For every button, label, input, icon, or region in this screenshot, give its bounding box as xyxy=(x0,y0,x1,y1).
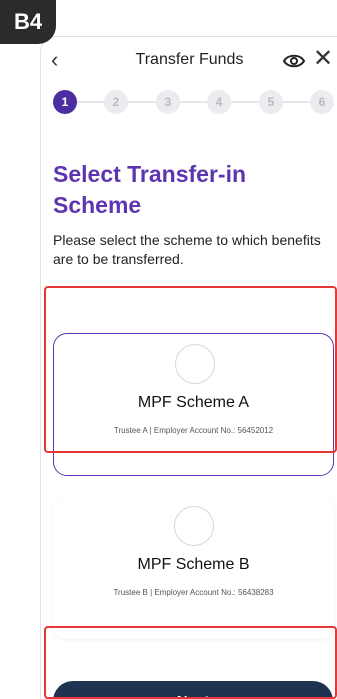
scheme-card-b[interactable]: MPF Scheme B Trustee B | Employer Accoun… xyxy=(53,496,334,639)
step-1: 1 xyxy=(53,90,77,114)
section-heading: Select Transfer-in Scheme xyxy=(53,161,247,218)
scheme-name: MPF Scheme A xyxy=(137,394,250,411)
step-4: 4 xyxy=(207,90,231,114)
step-3: 3 xyxy=(156,90,180,114)
trustee-name: Trustee B xyxy=(113,588,148,597)
account-label: | Employer Account No.: xyxy=(149,426,236,435)
next-button[interactable]: Next xyxy=(53,681,333,699)
close-icon[interactable]: ✕ xyxy=(313,45,333,73)
phone-screen: ‹ Transfer Funds ✕ 1 2 3 4 5 6 Select Tr… xyxy=(40,36,337,699)
scheme-card-a[interactable]: MPF Scheme A Trustee A | Employer Accoun… xyxy=(53,333,334,476)
scheme-meta: Trustee B | Employer Account No.: 564382… xyxy=(53,588,334,597)
main-content: Select Transfer-in Scheme Please select … xyxy=(41,121,337,699)
section-description: Please select the scheme to which benefi… xyxy=(53,232,321,267)
scheme-meta: Trustee A | Employer Account No.: 564520… xyxy=(54,426,333,435)
step-badge: B4 xyxy=(0,0,56,44)
scheme-logo xyxy=(175,344,215,384)
account-number: 56452012 xyxy=(237,426,274,435)
scheme-name: MPF Scheme B xyxy=(137,556,250,573)
eye-icon[interactable] xyxy=(283,51,305,71)
trustee-name: Trustee A xyxy=(113,426,148,435)
step-5: 5 xyxy=(259,90,283,114)
app-header: ‹ Transfer Funds ✕ xyxy=(41,37,337,85)
progress-stepper: 1 2 3 4 5 6 xyxy=(41,85,337,121)
scheme-logo xyxy=(174,506,214,546)
step-6: 6 xyxy=(310,90,334,114)
step-2: 2 xyxy=(104,90,128,114)
account-number: 56438283 xyxy=(237,588,274,597)
account-label: | Employer Account No.: xyxy=(150,588,236,597)
